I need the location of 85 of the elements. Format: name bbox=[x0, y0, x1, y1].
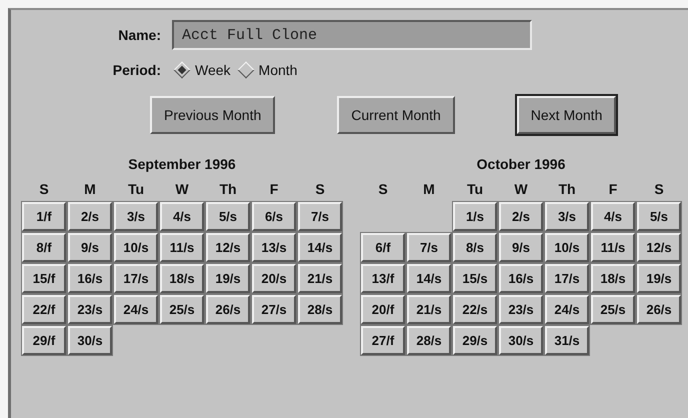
day-button[interactable]: 19/s bbox=[637, 264, 681, 293]
name-label: Name: bbox=[117, 27, 161, 43]
day-button[interactable]: 7/s bbox=[298, 202, 342, 231]
period-radio[interactable]: Week bbox=[173, 62, 231, 78]
day-button[interactable]: 25/s bbox=[591, 295, 635, 324]
month-title: October 1996 bbox=[476, 156, 566, 174]
day-button[interactable]: 2/s bbox=[499, 202, 543, 231]
day-button[interactable]: 11/s bbox=[591, 233, 635, 262]
day-button[interactable]: 20/s bbox=[252, 264, 296, 293]
weekday-header: Tu bbox=[126, 180, 146, 199]
day-button[interactable]: 20/f bbox=[361, 295, 405, 324]
day-button[interactable]: 18/s bbox=[160, 264, 204, 293]
day-button[interactable]: 27/s bbox=[252, 295, 296, 324]
day-button[interactable]: 18/s bbox=[591, 264, 635, 293]
day-button[interactable]: 10/s bbox=[545, 233, 589, 262]
period-label: Period: bbox=[112, 62, 161, 78]
name-field[interactable]: Acct Full Clone bbox=[172, 20, 532, 50]
weekday-header: S bbox=[653, 180, 665, 199]
day-button[interactable]: 8/f bbox=[22, 233, 66, 262]
day-button[interactable]: 29/s bbox=[453, 326, 497, 355]
day-button[interactable]: 22/s bbox=[453, 295, 497, 324]
weekday-header: S bbox=[38, 180, 50, 199]
day-button[interactable]: 28/s bbox=[298, 295, 342, 324]
day-button[interactable]: 12/s bbox=[637, 233, 681, 262]
day-button[interactable]: 13/f bbox=[361, 264, 405, 293]
day-button[interactable]: 28/s bbox=[407, 326, 451, 355]
weekday-header: Tu bbox=[466, 180, 484, 199]
day-button[interactable]: 14/s bbox=[298, 233, 342, 262]
day-button[interactable]: 30/s bbox=[68, 326, 112, 355]
weekday-header: S bbox=[377, 180, 389, 199]
day-button[interactable]: 16/s bbox=[499, 264, 543, 293]
day-button[interactable]: 23/s bbox=[68, 295, 112, 324]
day-button[interactable]: 12/s bbox=[206, 233, 250, 262]
day-button[interactable]: 7/s bbox=[407, 233, 451, 262]
day-button[interactable]: 4/s bbox=[160, 202, 204, 231]
day-button[interactable]: 5/s bbox=[206, 202, 250, 231]
day-button[interactable]: 19/s bbox=[206, 264, 250, 293]
day-button[interactable]: 6/s bbox=[252, 202, 296, 231]
day-button[interactable]: 21/s bbox=[298, 264, 342, 293]
day-button[interactable]: 24/s bbox=[545, 295, 589, 324]
day-button[interactable]: 15/f bbox=[22, 264, 66, 293]
day-button[interactable]: 23/s bbox=[499, 295, 543, 324]
day-button[interactable]: 15/s bbox=[453, 264, 497, 293]
day-button[interactable]: 3/s bbox=[114, 202, 158, 231]
day-button[interactable]: 24/s bbox=[114, 295, 158, 324]
weekday-header: F bbox=[608, 180, 618, 199]
weekday-header: W bbox=[174, 180, 190, 199]
day-button[interactable]: 17/s bbox=[545, 264, 589, 293]
day-button[interactable]: 5/s bbox=[637, 202, 681, 231]
day-button[interactable]: 6/f bbox=[361, 233, 405, 262]
weekday-header: F bbox=[268, 180, 280, 199]
day-button[interactable]: 26/s bbox=[206, 295, 250, 324]
day-button[interactable]: 14/s bbox=[407, 264, 451, 293]
day-button[interactable]: 9/s bbox=[68, 233, 112, 262]
day-button[interactable]: 30/s bbox=[499, 326, 543, 355]
day-button[interactable]: 17/s bbox=[114, 264, 158, 293]
day-button[interactable]: 1/s bbox=[453, 202, 497, 231]
day-button[interactable]: 13/s bbox=[252, 233, 296, 262]
day-button[interactable]: 29/f bbox=[22, 326, 66, 355]
day-button[interactable]: 4/s bbox=[591, 202, 635, 231]
month-title: September 1996 bbox=[127, 156, 237, 174]
day-button[interactable]: 31/s bbox=[545, 326, 589, 355]
weekday-header: Th bbox=[557, 180, 577, 199]
month-nav-button[interactable]: Previous Month bbox=[150, 96, 276, 134]
day-button[interactable]: 3/s bbox=[545, 202, 589, 231]
weekday-header: M bbox=[83, 180, 97, 199]
weekday-header: W bbox=[513, 180, 529, 199]
day-button[interactable]: 1/f bbox=[22, 202, 66, 231]
day-button[interactable]: 8/s bbox=[453, 233, 497, 262]
weekday-header: M bbox=[422, 180, 436, 199]
day-button[interactable]: 11/s bbox=[160, 233, 204, 262]
day-button[interactable]: 26/s bbox=[637, 295, 681, 324]
day-button[interactable]: 9/s bbox=[499, 233, 543, 262]
weekday-header: S bbox=[314, 180, 326, 199]
day-button[interactable]: 22/f bbox=[22, 295, 66, 324]
day-button[interactable]: 10/s bbox=[114, 233, 158, 262]
day-button[interactable]: 16/s bbox=[68, 264, 112, 293]
month-nav-button[interactable]: Current Month bbox=[337, 96, 455, 134]
weekday-header: Th bbox=[218, 180, 238, 199]
month-nav-button[interactable]: Next Month bbox=[516, 96, 616, 134]
day-button[interactable]: 2/s bbox=[68, 202, 112, 231]
period-radio[interactable]: Month bbox=[236, 62, 298, 78]
day-button[interactable]: 27/f bbox=[361, 326, 405, 355]
day-button[interactable]: 25/s bbox=[160, 295, 204, 324]
day-button[interactable]: 21/s bbox=[407, 295, 451, 324]
